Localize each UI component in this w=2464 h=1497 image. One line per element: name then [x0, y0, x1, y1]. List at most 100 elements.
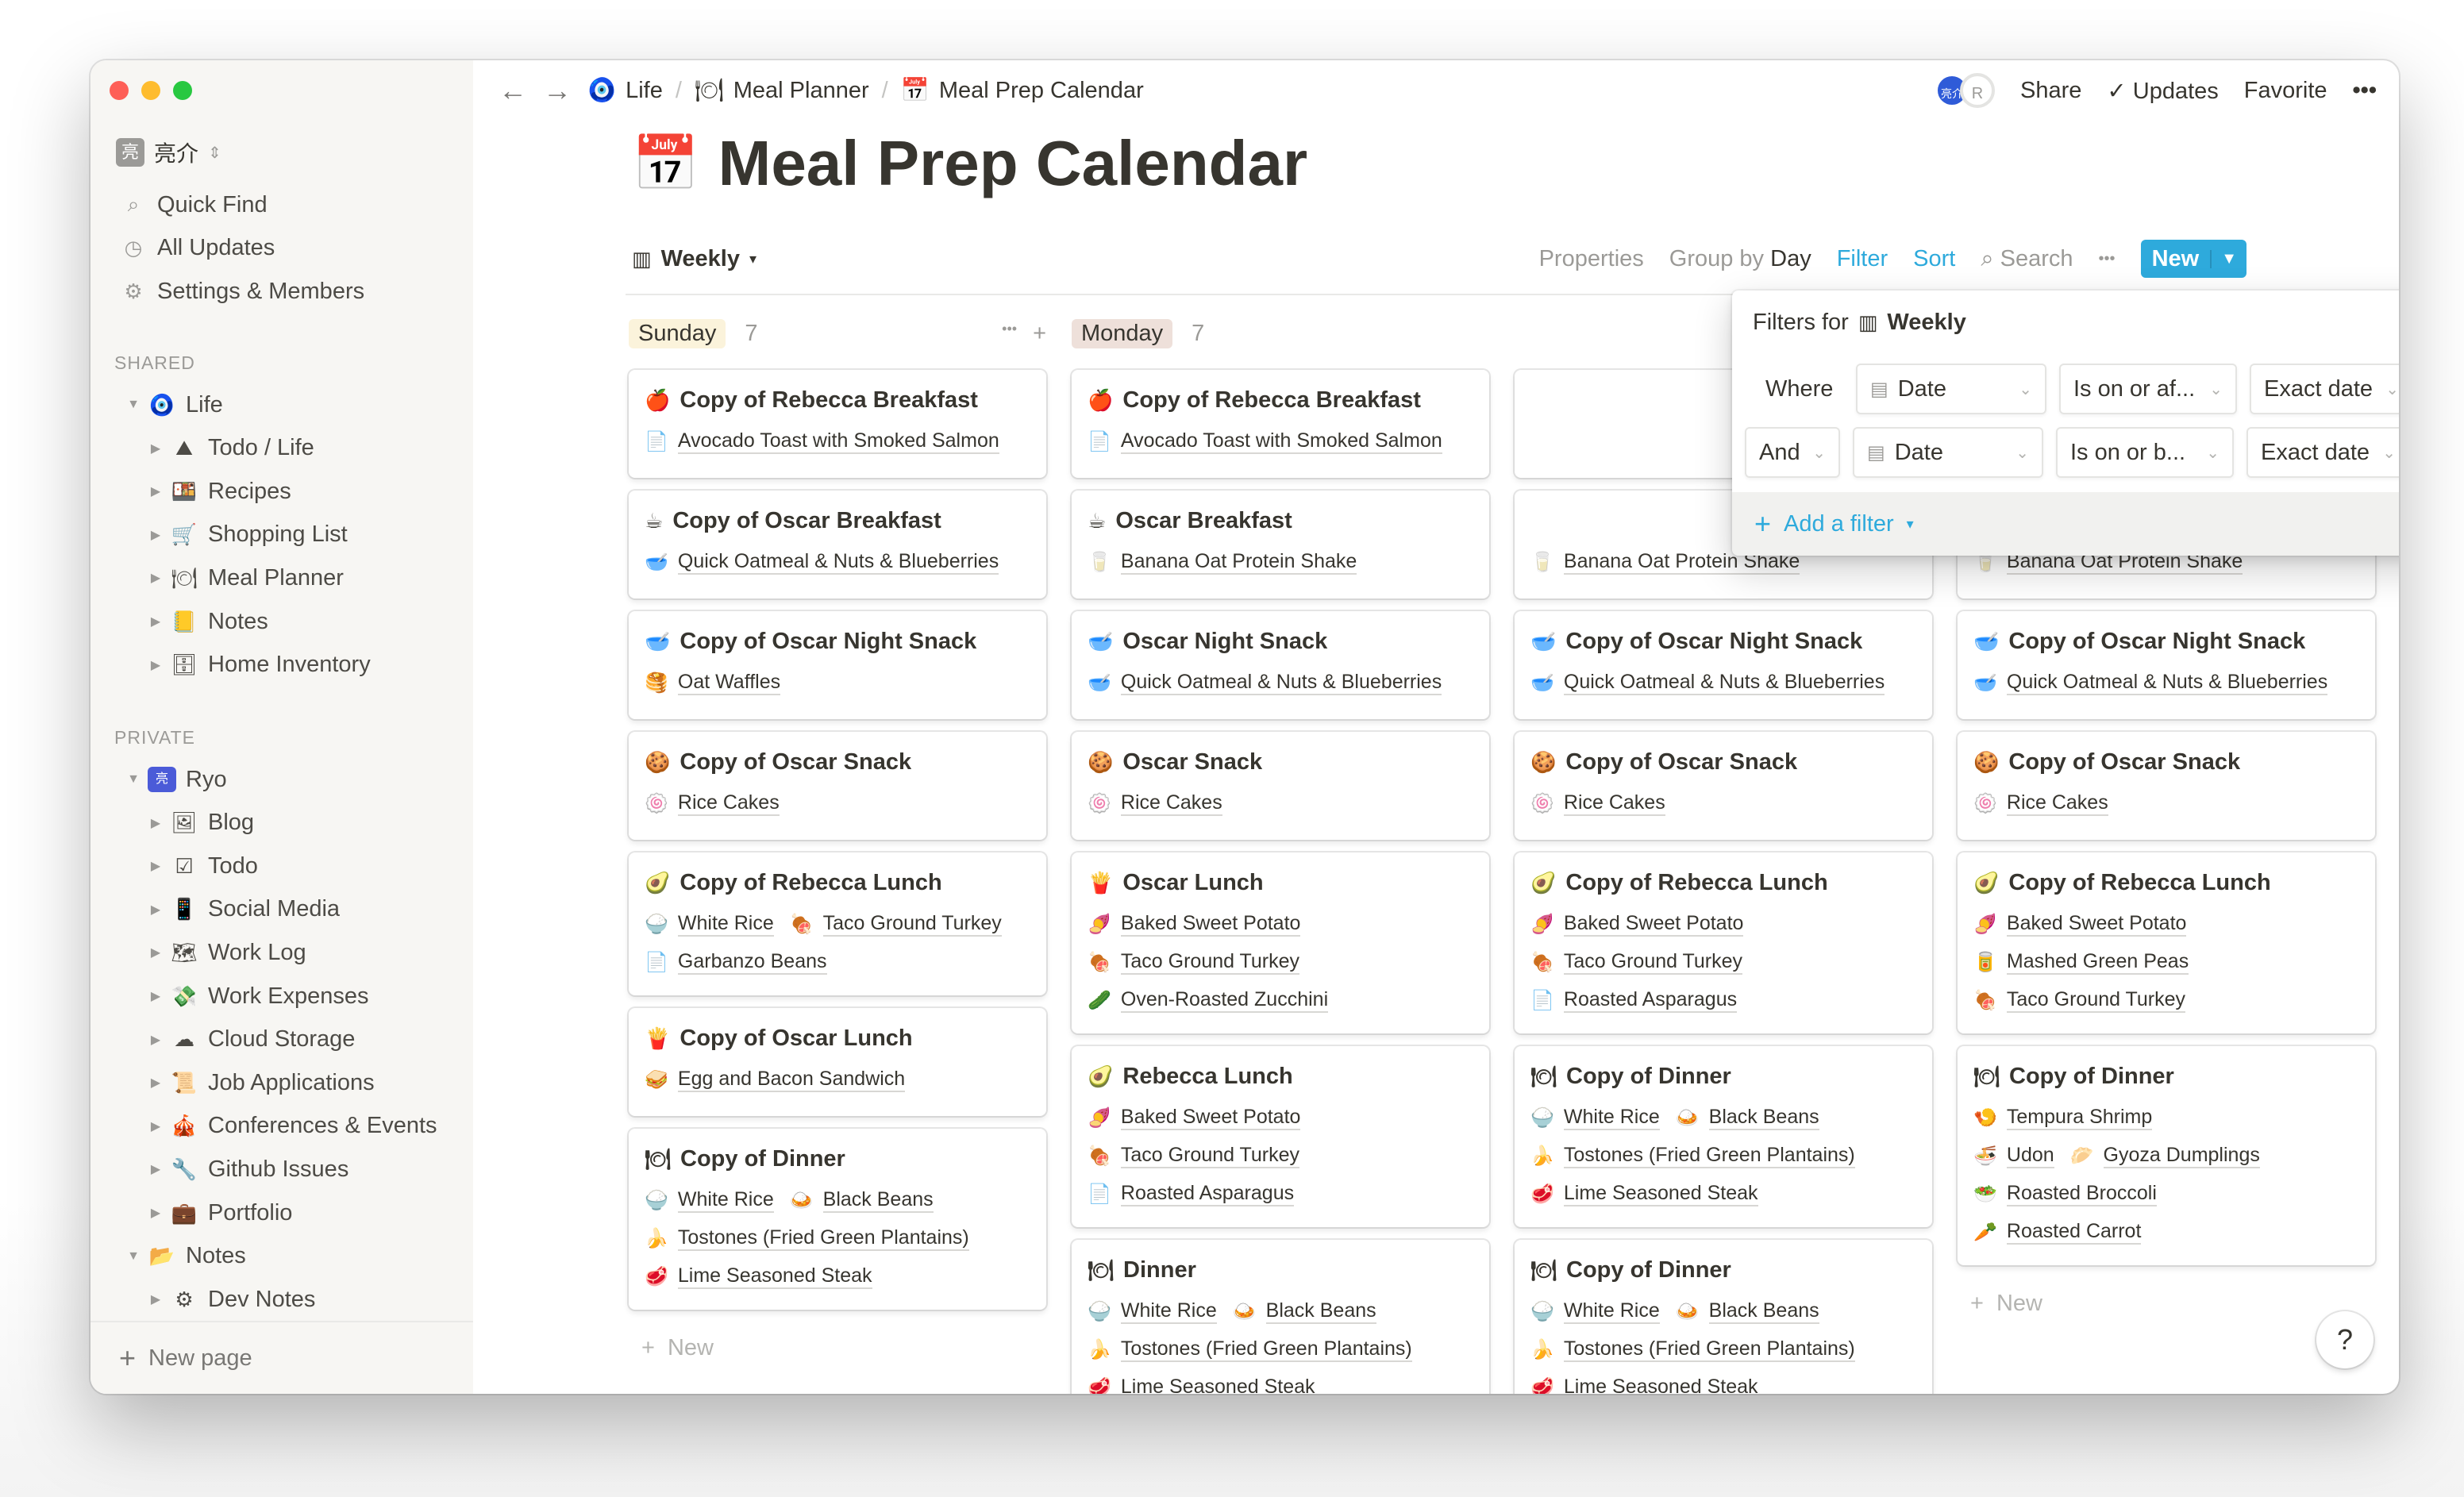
triangle-right-icon[interactable]: ▶ — [144, 657, 167, 673]
column-title[interactable]: Sunday — [629, 318, 726, 348]
help-button[interactable]: ? — [2316, 1311, 2374, 1368]
favorite-button[interactable]: Favorite — [2244, 78, 2327, 104]
sidebar-item-ryo[interactable]: ▼ 亮 Ryo — [90, 759, 473, 800]
group-by-button[interactable]: Group by Day — [1669, 246, 1811, 272]
conjunction-select[interactable]: And ⌄ — [1745, 427, 1840, 478]
relation-link[interactable]: 🥟 Gyoza Dumplings — [2070, 1143, 2260, 1168]
more-options-button[interactable]: ••• — [2353, 78, 2377, 104]
relation-link[interactable]: 🍖 Taco Ground Turkey — [1088, 949, 1300, 975]
board-card[interactable]: ☕ Oscar Breakfast 🥛 Banana Oat Protein Shak… — [1072, 491, 1489, 598]
relation-link[interactable]: 🥣 Quick Oatmeal & Nuts & Blueberries — [1530, 670, 1885, 695]
triangle-right-icon[interactable]: ▶ — [144, 858, 167, 874]
relation-link[interactable]: 🥫 Mashed Green Peas — [1973, 949, 2189, 975]
sidebar-item-recipes[interactable]: ▶ 🍱 Recipes — [90, 471, 473, 512]
board-card[interactable]: 🥣 Copy of Oscar Night Snack 🥣 Quick Oatmeal… — [1958, 611, 2375, 719]
relation-link[interactable]: 🥕 Roasted Carrot — [1973, 1219, 2142, 1245]
board-card[interactable]: 🍪 Copy of Oscar Snack 🍥 Rice Cakes — [1515, 732, 1932, 840]
more-icon[interactable]: ••• — [2099, 250, 2116, 268]
board-card[interactable]: 🍽 Copy of Dinner 🍚 White Rice 🍛 Black Beans 🍌 T… — [629, 1129, 1046, 1310]
property-select[interactable]: ▤ Date ⌄ — [1856, 364, 2046, 414]
relation-link[interactable]: 🥛 Banana Oat Protein Shake — [1088, 549, 1357, 575]
relation-link[interactable]: 🍌 Tostones (Fried Green Plantains) — [1530, 1337, 1855, 1362]
sidebar-item-todo-life[interactable]: ▶ ⛰ Todo / Life — [90, 428, 473, 469]
sidebar-item-blog[interactable]: ▶ 🖼 Blog — [90, 802, 473, 844]
sidebar-item-meal-planner[interactable]: ▶ 🍽 Meal Planner — [90, 557, 473, 598]
chevron-down-icon[interactable]: ▼ — [2210, 249, 2246, 268]
relation-link[interactable]: 🍥 Rice Cakes — [645, 791, 780, 816]
relation-link[interactable]: 🥩 Lime Seasoned Steak — [1530, 1375, 1758, 1394]
sidebar-item-github-issues[interactable]: ▶ 🔧 Github Issues — [90, 1149, 473, 1190]
relation-link[interactable]: 📄 Avocado Toast with Smoked Salmon — [1088, 429, 1442, 454]
relation-link[interactable]: 🍠 Baked Sweet Potato — [1088, 1105, 1301, 1130]
zoom-button[interactable] — [173, 81, 192, 100]
sidebar-item-notes[interactable]: ▼ 📂 Notes — [90, 1236, 473, 1277]
date-mode-select[interactable]: Exact date ⌄ — [2246, 427, 2399, 478]
board-card[interactable]: 🥣 Copy of Oscar Night Snack 🥣 Quick Oatmeal… — [1515, 611, 1932, 719]
triangle-right-icon[interactable]: ▶ — [144, 1118, 167, 1134]
updates-button[interactable]: ✓ Updates — [2107, 77, 2218, 105]
more-icon[interactable]: ••• — [1002, 321, 1017, 347]
relation-link[interactable]: 🍖 Taco Ground Turkey — [790, 911, 1002, 937]
forward-arrow-icon[interactable]: → — [543, 74, 572, 107]
board-card[interactable]: 🥑 Copy of Rebecca Lunch 🍠 Baked Sweet Potat… — [1958, 852, 2375, 1033]
date-mode-select[interactable]: Exact date ⌄ — [2250, 364, 2399, 414]
relation-link[interactable]: 🥗 Roasted Broccoli — [1973, 1181, 2157, 1206]
relation-link[interactable]: 🍜 Udon — [1973, 1143, 2054, 1168]
sidebar-item-settings-members[interactable]: ⚙ Settings & Members — [90, 271, 473, 312]
relation-link[interactable]: 🍚 White Rice — [1530, 1105, 1660, 1130]
relation-link[interactable]: 🍠 Baked Sweet Potato — [1973, 911, 2187, 937]
share-button[interactable]: Share — [2020, 78, 2081, 104]
board-card[interactable]: 🥑 Rebecca Lunch 🍠 Baked Sweet Potato 🍖 Taco G… — [1072, 1046, 1489, 1227]
relation-link[interactable]: 🍖 Taco Ground Turkey — [1530, 949, 1743, 975]
relation-link[interactable]: 🍚 White Rice — [645, 911, 774, 937]
breadcrumb-meal-planner[interactable]: Meal Planner — [733, 78, 869, 104]
relation-link[interactable]: 🥩 Lime Seasoned Steak — [1530, 1181, 1758, 1206]
relation-link[interactable]: 🍌 Tostones (Fried Green Plantains) — [645, 1226, 969, 1251]
sort-button[interactable]: Sort — [1913, 246, 1955, 272]
relation-link[interactable]: 🍥 Rice Cakes — [1530, 791, 1665, 816]
relation-link[interactable]: 🍚 White Rice — [1088, 1299, 1217, 1324]
breadcrumb-life[interactable]: Life — [626, 78, 663, 104]
plus-icon[interactable]: + — [1033, 321, 1046, 347]
relation-link[interactable]: 🍠 Baked Sweet Potato — [1088, 911, 1301, 937]
sidebar-item-work-expenses[interactable]: ▶ 💸 Work Expenses — [90, 976, 473, 1017]
sidebar-item-social-media[interactable]: ▶ 📱 Social Media — [90, 889, 473, 930]
relation-link[interactable]: 🍌 Tostones (Fried Green Plantains) — [1530, 1143, 1855, 1168]
triangle-right-icon[interactable]: ▶ — [144, 483, 167, 499]
board-card[interactable]: ☕ Copy of Oscar Breakfast 🥣 Quick Oatmeal &… — [629, 491, 1046, 598]
relation-link[interactable]: 🍚 White Rice — [1530, 1299, 1660, 1324]
board-card[interactable]: 🍟 Oscar Lunch 🍠 Baked Sweet Potato 🍖 Taco Gro… — [1072, 852, 1489, 1033]
sidebar-item-shopping-list[interactable]: ▶ 🛒 Shopping List — [90, 514, 473, 556]
triangle-down-icon[interactable]: ▼ — [122, 772, 144, 787]
minimize-button[interactable] — [141, 81, 160, 100]
sidebar-item-life[interactable]: ▼ 🧿 Life — [90, 384, 473, 425]
board-card[interactable]: 🍪 Oscar Snack 🍥 Rice Cakes — [1072, 732, 1489, 840]
properties-button[interactable]: Properties — [1539, 246, 1644, 272]
new-page-button[interactable]: + New page — [90, 1321, 473, 1394]
board-card[interactable]: 🍟 Copy of Oscar Lunch 🥪 Egg and Bacon Sandw… — [629, 1008, 1046, 1116]
relation-link[interactable]: 🥪 Egg and Bacon Sandwich — [645, 1067, 906, 1092]
sidebar-item-conferences-events[interactable]: ▶ 🎪 Conferences & Events — [90, 1106, 473, 1147]
add-card-button[interactable]: + New — [629, 1322, 1046, 1374]
sidebar-item-notes[interactable]: ▶ 📒 Notes — [90, 601, 473, 642]
add-card-button[interactable]: + New — [1958, 1278, 2375, 1330]
relation-link[interactable]: 🥣 Quick Oatmeal & Nuts & Blueberries — [645, 549, 999, 575]
relation-link[interactable]: 🥒 Oven-Roasted Zucchini — [1088, 987, 1329, 1013]
relation-link[interactable]: 🍖 Taco Ground Turkey — [1088, 1143, 1300, 1168]
sidebar-item-cloud-storage[interactable]: ▶ ☁ Cloud Storage — [90, 1019, 473, 1060]
triangle-right-icon[interactable]: ▶ — [144, 570, 167, 586]
triangle-down-icon[interactable]: ▼ — [122, 398, 144, 412]
sidebar-item-todo[interactable]: ▶ ☑ Todo — [90, 845, 473, 887]
triangle-right-icon[interactable]: ▶ — [144, 1291, 167, 1307]
filter-button[interactable]: Filter — [1837, 246, 1888, 272]
board-card[interactable]: 🍽 Copy of Dinner 🍚 White Rice 🍛 Black Beans 🍌 T… — [1515, 1240, 1932, 1394]
add-filter-button[interactable]: + Add a filter ▾ — [1732, 492, 2399, 556]
board-card[interactable]: 🍽 Dinner 🍚 White Rice 🍛 Black Beans 🍌 Tostones … — [1072, 1240, 1489, 1394]
sidebar-item-all-updates[interactable]: ◷ All Updates — [90, 228, 473, 269]
sidebar-item-portfolio[interactable]: ▶ 💼 Portfolio — [90, 1192, 473, 1233]
board-card[interactable]: 🍎 Copy of Rebecca Breakfast 📄 Avocado Toast… — [629, 370, 1046, 478]
triangle-right-icon[interactable]: ▶ — [144, 988, 167, 1004]
page-title-text[interactable]: Meal Prep Calendar — [718, 127, 1308, 200]
condition-select[interactable]: Is on or b... ⌄ — [2056, 427, 2234, 478]
column-title[interactable]: Monday — [1072, 318, 1173, 348]
